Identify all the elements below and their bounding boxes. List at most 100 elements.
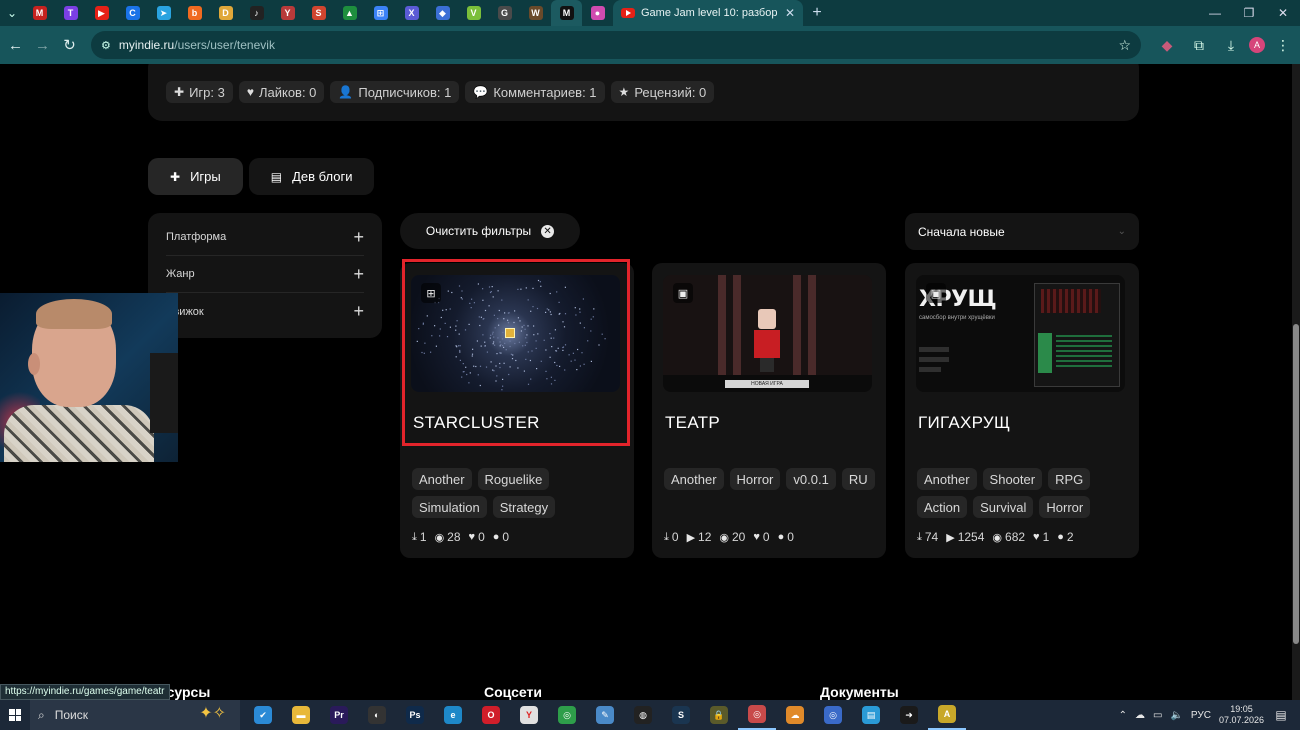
volume-icon[interactable]: 🔈 [1170, 710, 1182, 721]
sort-select[interactable]: Сначала новые ⌄ [905, 213, 1139, 250]
url-text[interactable]: myindie.ru/users/user/tenevik [119, 38, 1111, 52]
plus-icon[interactable]: + [353, 264, 364, 285]
download-icon[interactable]: ⤓ [1217, 31, 1245, 59]
cloud-tray-icon[interactable]: ☁ [1135, 710, 1145, 721]
genre-tag[interactable]: Another [412, 468, 472, 490]
tab-games[interactable]: ✚ Игры [148, 158, 243, 195]
pinned-tab[interactable]: C [117, 0, 148, 26]
genre-tag[interactable]: Strategy [492, 496, 556, 518]
pinned-tab[interactable]: G [489, 0, 520, 26]
restore-icon[interactable]: ❐ [1232, 0, 1266, 26]
close-window-icon[interactable]: ✕ [1266, 0, 1300, 26]
taskbar-app[interactable]: S [662, 700, 700, 730]
game-card-gigakhrushch[interactable]: ХРУЩ самосбор внутри хрущёвки ▣ ГИГАХРУЩ… [905, 263, 1139, 558]
genre-tag[interactable]: Shooter [982, 468, 1043, 490]
minimize-icon[interactable]: — [1198, 0, 1232, 26]
taskbar-search[interactable]: ⌕ Поиск ✦✧ [30, 700, 240, 730]
genre-tag[interactable]: Another [664, 468, 724, 490]
genre-tag[interactable]: Horror [1039, 496, 1091, 518]
pinned-tab[interactable]: M [24, 0, 55, 26]
plus-icon[interactable]: + [353, 227, 364, 248]
extension-icon[interactable]: ◆ [1153, 31, 1181, 59]
taskbar-app[interactable]: 🔒 [700, 700, 738, 730]
menu-kebab-icon[interactable]: ⋮ [1269, 31, 1297, 59]
notifications-icon[interactable]: ▤ [1272, 707, 1290, 723]
pinned-tab[interactable]: ♪ [241, 0, 272, 26]
pinned-tab[interactable]: T [55, 0, 86, 26]
pinned-tab[interactable]: b [179, 0, 210, 26]
scrollbar-thumb[interactable] [1293, 324, 1299, 644]
pinned-tab[interactable]: ● [582, 0, 613, 26]
taskbar-app[interactable]: Y [510, 700, 548, 730]
taskbar-app[interactable]: ▬ [282, 700, 320, 730]
game-thumbnail[interactable]: ХРУЩ самосбор внутри хрущёвки ▣ [916, 275, 1125, 392]
genre-tag[interactable]: Another [917, 468, 977, 490]
pinned-tab[interactable]: X [396, 0, 427, 26]
genre-tag[interactable]: Roguelike [477, 468, 550, 490]
game-card-teatr[interactable]: НОВАЯ ИГРА ▣ ТЕАТР Another Horror v0.0.1 RU… [652, 263, 886, 558]
reload-button[interactable]: ↻ [56, 26, 83, 64]
filter-engine[interactable]: Движок + [166, 293, 364, 330]
taskbar-app[interactable]: Ps [396, 700, 434, 730]
site-info-icon[interactable]: ⚙ [101, 39, 111, 52]
pinned-tab[interactable]: V [458, 0, 489, 26]
clock[interactable]: 19:05 07.07.2026 [1219, 704, 1264, 726]
taskbar-app[interactable]: Pr [320, 700, 358, 730]
back-button[interactable]: ← [2, 26, 29, 64]
genre-tag[interactable]: RPG [1048, 468, 1091, 490]
taskbar-app[interactable]: ◎ [548, 700, 586, 730]
pinned-tab[interactable]: M [551, 0, 582, 26]
pinned-tab[interactable]: Y [272, 0, 303, 26]
genre-tag[interactable]: Action [917, 496, 968, 518]
pinned-tab[interactable]: ⊞ [365, 0, 396, 26]
taskbar-app[interactable]: ✔ [244, 700, 282, 730]
bookmark-star-icon[interactable]: ☆ [1118, 37, 1131, 54]
taskbar-app[interactable]: A [928, 700, 966, 730]
taskbar-app[interactable]: O [472, 700, 510, 730]
pinned-tab[interactable]: S [303, 0, 334, 26]
game-card-starcluster[interactable]: ⊞ STARCLUSTER Another Roguelike Simulation… [400, 263, 634, 558]
pinned-tab[interactable]: ➤ [148, 0, 179, 26]
taskbar-app[interactable]: ➜ [890, 700, 928, 730]
extensions-puzzle-icon[interactable]: ⧉ [1185, 31, 1213, 59]
active-tab[interactable]: Game Jam level 10: разбор все ✕ [613, 0, 803, 26]
genre-tag[interactable]: Simulation [412, 496, 487, 518]
game-title[interactable]: ТЕАТР [665, 413, 720, 433]
language-indicator[interactable]: РУС [1191, 710, 1211, 721]
filter-platform[interactable]: Платформа + [166, 219, 364, 256]
taskbar-app[interactable]: ◎ [738, 700, 776, 730]
close-tab-icon[interactable]: ✕ [785, 6, 795, 20]
taskbar-app[interactable]: ◎ [814, 700, 852, 730]
pinned-tab[interactable]: D [210, 0, 241, 26]
clear-filters-button[interactable]: Очистить фильтры ✕ [400, 213, 580, 249]
network-icon[interactable]: ▭ [1153, 710, 1162, 721]
tab-devblogs[interactable]: ▤ Дев блоги [248, 158, 375, 195]
pinned-tab[interactable]: ▲ [334, 0, 365, 26]
genre-tag[interactable]: Survival [973, 496, 1034, 518]
new-tab-button[interactable]: + [803, 4, 831, 22]
pinned-tab[interactable]: ▶ [86, 0, 117, 26]
taskbar-app[interactable]: ✎ [586, 700, 624, 730]
tab-search-icon[interactable]: ⌄ [0, 0, 24, 26]
game-title[interactable]: ГИГАХРУЩ [918, 413, 1010, 433]
taskbar-app[interactable]: e [434, 700, 472, 730]
game-thumbnail[interactable]: ⊞ [411, 275, 620, 392]
profile-avatar[interactable]: A [1249, 37, 1265, 53]
game-thumbnail[interactable]: НОВАЯ ИГРА ▣ [663, 275, 872, 392]
plus-icon[interactable]: + [353, 301, 364, 322]
game-title[interactable]: STARCLUSTER [413, 413, 540, 433]
start-button[interactable] [0, 700, 30, 730]
page-scrollbar[interactable] [1292, 64, 1300, 700]
taskbar-app[interactable]: ▤ [852, 700, 890, 730]
pinned-tab[interactable]: W [520, 0, 551, 26]
pinned-tab[interactable]: ◆ [427, 0, 458, 26]
taskbar-app[interactable]: ☁ [776, 700, 814, 730]
address-bar[interactable]: ⚙ myindie.ru/users/user/tenevik ☆ [91, 31, 1141, 59]
forward-button[interactable]: → [29, 26, 56, 64]
filter-genre[interactable]: Жанр + [166, 256, 364, 293]
genre-tag[interactable]: RU [841, 468, 875, 490]
genre-tag[interactable]: Horror [729, 468, 781, 490]
genre-tag[interactable]: v0.0.1 [786, 468, 836, 490]
taskbar-app[interactable]: ◍ [624, 700, 662, 730]
taskbar-app[interactable]: ◐ [358, 700, 396, 730]
